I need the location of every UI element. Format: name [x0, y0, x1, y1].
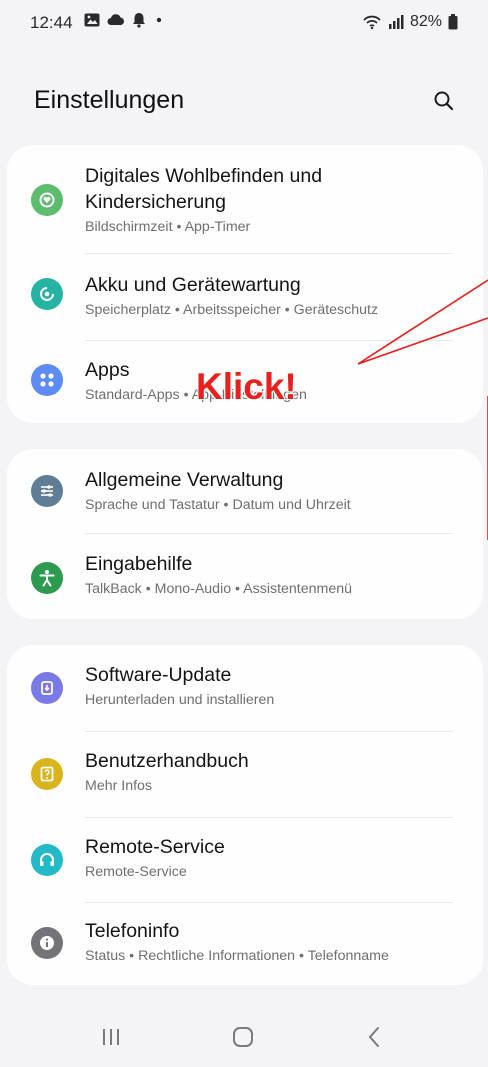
item-subtitle: Mehr Infos [85, 778, 153, 794]
home-button[interactable] [223, 1022, 263, 1052]
settings-item-phone-info[interactable]: Telefoninfo Status • Rechtliche Informat… [7, 903, 483, 985]
settings-item-general-management[interactable]: Allgemeine Verwaltung Sprache und Tastat… [7, 449, 483, 533]
settings-item-device-care[interactable]: Akku und Gerätewartung Speicherplatz • A… [7, 254, 483, 340]
general-management-icon [31, 475, 63, 507]
navigation-bar [0, 1000, 488, 1067]
bell-icon [133, 13, 145, 28]
software-update-icon [31, 672, 63, 704]
status-time: 12:44 [30, 13, 73, 32]
home-icon [233, 1027, 253, 1047]
wifi-icon [363, 15, 381, 30]
settings-item-software-update[interactable]: Software-Update Herunterladen und instal… [7, 645, 483, 731]
item-subtitle: TalkBack • Mono-Audio • Assistentenmenü [85, 581, 353, 597]
item-subtitle: Sprache und Tastatur • Datum und Uhrzeit [85, 497, 351, 513]
item-title: Benutzerhandbuch [85, 750, 249, 772]
item-subtitle: Speicherplatz • Arbeitsspeicher • Geräte… [85, 302, 379, 318]
settings-group-3: Software-Update Herunterladen und instal… [7, 645, 483, 985]
item-subtitle: Remote-Service [85, 864, 187, 880]
battery-percent: 82% [409, 13, 442, 30]
item-subtitle: Bildschirmzeit • App-Timer [85, 219, 251, 235]
item-subtitle: Herunterladen und installieren [85, 692, 275, 708]
recents-icon [103, 1029, 119, 1045]
search-icon [434, 91, 454, 111]
cloud-icon [107, 14, 124, 25]
dot-icon [156, 17, 162, 23]
wellbeing-icon [31, 184, 63, 216]
settings-item-user-manual[interactable]: Benutzerhandbuch Mehr Infos [7, 732, 483, 817]
settings-group-2: Allgemeine Verwaltung Sprache und Tastat… [7, 449, 483, 619]
settings-item-digital-wellbeing[interactable]: Digitales Wohlbefinden und Kindersicheru… [7, 145, 483, 253]
item-title: Remote-Service [85, 836, 225, 858]
item-title: Akku und Gerätewartung [85, 274, 301, 296]
phone-info-icon [31, 927, 63, 959]
item-title: Telefoninfo [85, 920, 180, 942]
remote-service-icon [31, 844, 63, 876]
page-title: Einstellungen [34, 86, 185, 114]
settings-item-remote-service[interactable]: Remote-Service Remote-Service [7, 818, 483, 902]
battery-icon [448, 14, 458, 30]
user-manual-icon [31, 758, 63, 790]
item-title: Software-Update [85, 664, 232, 686]
item-title: Digitales Wohlbefinden und [85, 165, 323, 187]
accessibility-icon [31, 562, 63, 594]
item-title-line2: Kindersicherung [85, 191, 226, 213]
status-left-icons [84, 12, 165, 28]
item-title: Apps [85, 359, 130, 381]
device-care-icon [31, 278, 63, 310]
item-title: Allgemeine Verwaltung [85, 469, 284, 491]
item-title: Eingabehilfe [85, 553, 193, 575]
signal-icon [388, 15, 404, 29]
apps-icon [31, 364, 63, 396]
item-subtitle: Status • Rechtliche Informationen • Tele… [85, 948, 389, 964]
status-right-icons: 82% [362, 13, 458, 31]
back-button[interactable] [355, 1022, 395, 1052]
search-button[interactable] [428, 86, 460, 118]
back-icon [368, 1027, 379, 1047]
recents-button[interactable] [91, 1022, 131, 1052]
settings-item-accessibility[interactable]: Eingabehilfe TalkBack • Mono-Audio • Ass… [7, 534, 483, 619]
annotation-text: Klick! [196, 366, 297, 407]
gallery-icon [84, 13, 100, 27]
status-bar: 12:44 82% [0, 0, 488, 44]
